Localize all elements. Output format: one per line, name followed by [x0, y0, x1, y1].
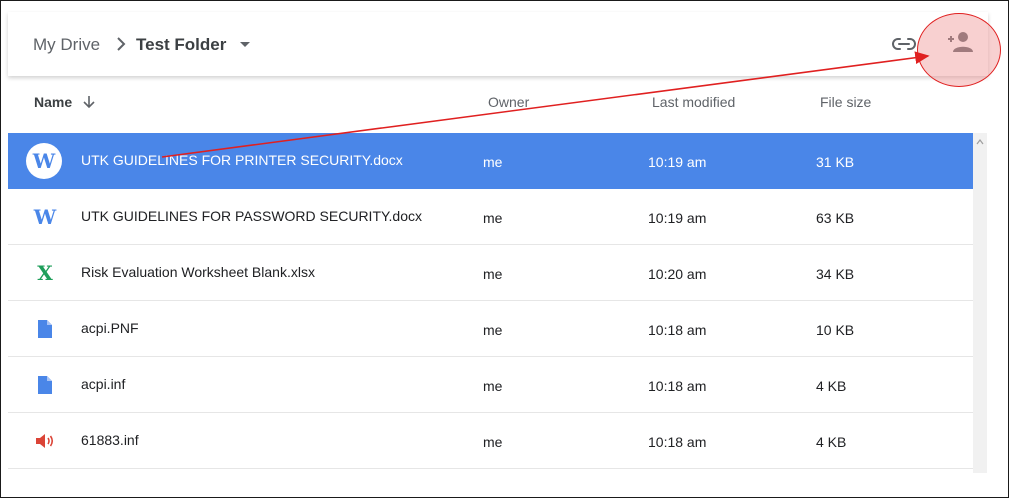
file-modified: 10:20 am	[648, 266, 707, 282]
vertical-scrollbar[interactable]	[973, 133, 987, 473]
column-header-owner[interactable]: Owner	[488, 92, 529, 112]
audio-icon	[34, 430, 56, 452]
chevron-up-icon[interactable]	[976, 139, 984, 145]
file-modified: 10:18 am	[648, 378, 707, 394]
arrow-down-icon[interactable]	[82, 95, 96, 109]
file-name: UTK GUIDELINES FOR PASSWORD SECURITY.doc…	[81, 208, 422, 224]
document-icon	[34, 318, 56, 340]
word-icon: W	[26, 143, 62, 179]
file-modified: 10:19 am	[648, 154, 707, 170]
file-row[interactable]: acpi.inf me 10:18 am 4 KB	[8, 357, 973, 413]
breadcrumb-my-drive[interactable]: My Drive	[33, 35, 100, 55]
document-icon	[34, 374, 56, 396]
file-name: acpi.inf	[81, 376, 126, 392]
file-owner: me	[483, 322, 503, 338]
file-modified: 10:19 am	[648, 210, 707, 226]
column-header-file-size[interactable]: File size	[820, 92, 871, 112]
file-name: 61883.inf	[81, 432, 139, 448]
file-owner: me	[483, 378, 503, 394]
word-icon: W	[33, 205, 57, 229]
file-size: 31 KB	[816, 154, 855, 170]
file-name: Risk Evaluation Worksheet Blank.xlsx	[81, 264, 315, 280]
file-owner: me	[483, 434, 503, 450]
caret-down-icon[interactable]	[240, 42, 250, 47]
file-modified: 10:18 am	[648, 322, 707, 338]
chevron-right-icon	[117, 37, 126, 51]
file-size: 63 KB	[816, 210, 855, 226]
breadcrumb-current-folder[interactable]: Test Folder	[136, 35, 226, 55]
file-size: 10 KB	[816, 322, 855, 338]
column-header-last-modified[interactable]: Last modified	[652, 92, 735, 112]
file-name: acpi.PNF	[81, 320, 139, 336]
file-name: UTK GUIDELINES FOR PRINTER SECURITY.docx	[81, 152, 403, 168]
file-row[interactable]: X Risk Evaluation Worksheet Blank.xlsx m…	[8, 245, 973, 301]
file-modified: 10:18 am	[648, 434, 707, 450]
file-row[interactable]: acpi.PNF me 10:18 am 10 KB	[8, 301, 973, 357]
annotation-highlight-circle	[917, 13, 1001, 87]
file-row[interactable]: W UTK GUIDELINES FOR PASSWORD SECURITY.d…	[8, 189, 973, 245]
link-icon[interactable]	[891, 35, 917, 53]
file-size: 4 KB	[816, 434, 847, 450]
folder-header: My Drive Test Folder	[8, 12, 988, 76]
file-owner: me	[483, 266, 503, 282]
file-owner: me	[483, 154, 503, 170]
file-row[interactable]: W UTK GUIDELINES FOR PRINTER SECURITY.do…	[8, 133, 973, 189]
file-list: W UTK GUIDELINES FOR PRINTER SECURITY.do…	[8, 133, 973, 469]
file-size: 34 KB	[816, 266, 855, 282]
column-header-name[interactable]: Name	[34, 92, 72, 112]
file-size: 4 KB	[816, 378, 847, 394]
file-row[interactable]: 61883.inf me 10:18 am 4 KB	[8, 413, 973, 469]
file-owner: me	[483, 210, 503, 226]
excel-icon: X	[37, 261, 53, 285]
